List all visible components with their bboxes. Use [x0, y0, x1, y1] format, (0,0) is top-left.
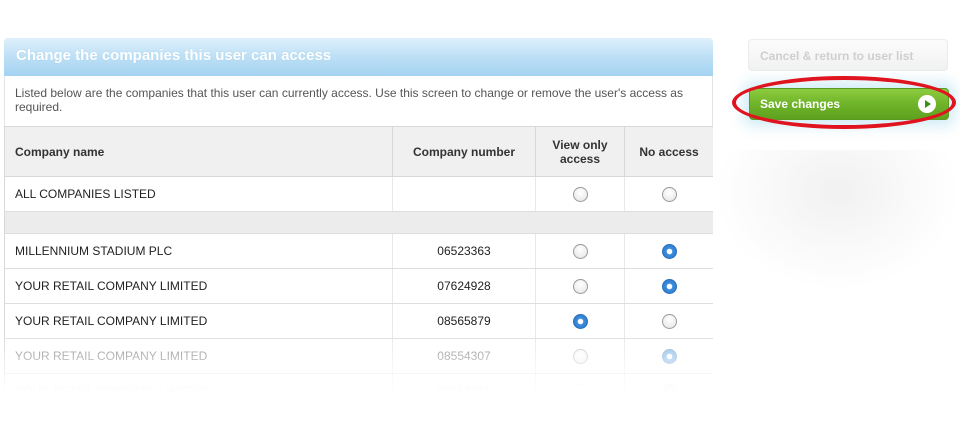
view-only-radio[interactable]: [572, 243, 588, 259]
all-companies-row: ALL COMPANIES LISTED: [4, 176, 713, 212]
no-access-radio[interactable]: [661, 278, 677, 294]
all-companies-number: [392, 176, 536, 212]
table-header-row: Company name Company number View only ac…: [4, 126, 713, 177]
company-name: YOUR RETAIL COMPANY LIMITED: [4, 268, 393, 304]
table-row: YOUR RETAIL COMPANY LIMITED 08565879: [4, 303, 713, 339]
company-name: YOUR RETAIL COMPANY LIMITED: [4, 338, 393, 374]
table-row: YOUR RETAIL COMPANY LIMITED 07184321: [4, 373, 713, 394]
cancel-return-button[interactable]: Cancel & return to user list: [748, 39, 948, 71]
no-access-radio[interactable]: [661, 383, 677, 394]
table-row: YOUR RETAIL COMPANY LIMITED 07624928: [4, 268, 713, 304]
no-access-radio[interactable]: [661, 313, 677, 329]
panel-title: Change the companies this user can acces…: [4, 38, 713, 76]
view-only-radio[interactable]: [572, 383, 588, 394]
company-number: 06523363: [392, 233, 536, 269]
all-view-only-radio[interactable]: [572, 186, 588, 202]
company-access-panel: Change the companies this user can acces…: [4, 38, 713, 394]
intro-text: Listed below are the companies that this…: [4, 76, 713, 126]
table-separator: [4, 211, 713, 234]
table-row: YOUR RETAIL COMPANY LIMITED 08554307: [4, 338, 713, 374]
view-only-radio[interactable]: [572, 313, 588, 329]
company-name: YOUR RETAIL COMPANY LIMITED: [4, 303, 393, 339]
company-number: 07184321: [392, 373, 536, 394]
no-access-radio[interactable]: [661, 348, 677, 364]
table-row: MILLENNIUM STADIUM PLC 06523363: [4, 233, 713, 269]
header-company-name: Company name: [4, 126, 393, 177]
company-name: MILLENNIUM STADIUM PLC: [4, 233, 393, 269]
save-changes-label: Save changes: [760, 97, 841, 111]
header-no-access: No access: [624, 126, 713, 177]
sidebar-shadow: [715, 150, 960, 290]
view-only-radio[interactable]: [572, 348, 588, 364]
company-name: YOUR RETAIL COMPANY LIMITED: [4, 373, 393, 394]
company-number: 07624928: [392, 268, 536, 304]
view-only-radio[interactable]: [572, 278, 588, 294]
page: Change the companies this user can acces…: [0, 0, 960, 427]
header-company-number: Company number: [392, 126, 536, 177]
company-access-table: Company name Company number View only ac…: [4, 126, 713, 394]
all-no-access-radio[interactable]: [661, 186, 677, 202]
company-number: 08554307: [392, 338, 536, 374]
save-changes-button[interactable]: Save changes: [749, 88, 949, 120]
header-view-only-access: View only access: [535, 126, 625, 177]
arrow-right-icon: [918, 95, 936, 113]
all-companies-label: ALL COMPANIES LISTED: [4, 176, 393, 212]
no-access-radio[interactable]: [661, 243, 677, 259]
company-number: 08565879: [392, 303, 536, 339]
